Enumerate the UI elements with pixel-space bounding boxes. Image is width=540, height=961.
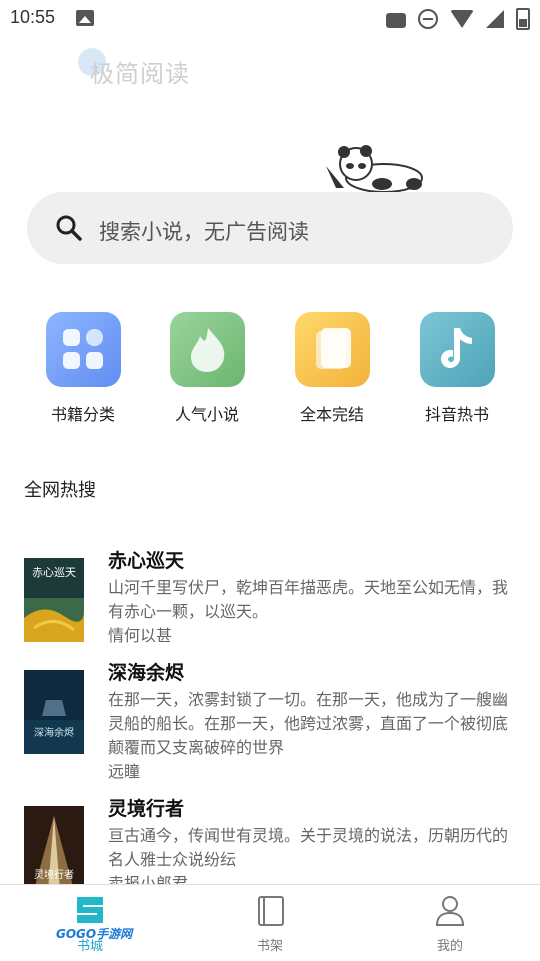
book-title: 赤心巡天 (108, 550, 185, 572)
svg-text:赤心巡天: 赤心巡天 (32, 566, 76, 579)
category-douyin[interactable]: 抖音热书 (402, 312, 512, 425)
flame-icon (169, 312, 245, 387)
bookstore-icon (77, 897, 103, 923)
book-stack-icon (294, 312, 370, 387)
status-bar: 10:55 (0, 0, 540, 36)
book-icon (258, 896, 284, 926)
search-placeholder: 搜索小说，无广告阅读 (99, 220, 309, 244)
category-label: 抖音热书 (424, 405, 489, 424)
book-desc-text: 亘古通今，传闻世有灵境。关于灵境的说法，历朝历代的名人雅士众说纷纭 (108, 826, 509, 869)
search-icon (56, 215, 82, 241)
book-cover: 灵境行者 (24, 806, 84, 890)
user-icon (435, 896, 465, 926)
panda-illustration (326, 145, 423, 193)
book-cover: 深海余烬 (24, 670, 84, 754)
category-label: 人气小说 (174, 405, 239, 424)
music-note-icon (419, 312, 495, 387)
grid-icon (45, 312, 121, 387)
tab-bookstore[interactable]: 书城 GOGO手游网 (0, 885, 180, 961)
category-book-classify[interactable]: 书籍分类 (28, 312, 138, 425)
book-cover: 赤心巡天 (24, 558, 84, 642)
svg-text:灵境行者: 灵境行者 (34, 868, 74, 881)
category-shortcuts: 书籍分类 人气小说 全本完结 抖音热书 (0, 312, 540, 432)
book-title: 深海余烬 (108, 662, 185, 684)
book-title: 灵境行者 (108, 798, 185, 820)
battery-icon (516, 8, 530, 30)
wifi-icon (450, 10, 474, 28)
book-description: 山河千里写伏尸，乾坤百年描恶虎。天地至公如无情，我有赤心一颗，以巡天。 情何以甚 (108, 576, 518, 648)
do-not-disturb-icon (418, 9, 438, 29)
image-notification-icon (76, 10, 94, 26)
cell-signal-icon (486, 10, 504, 28)
book-author: 远瞳 (108, 762, 141, 781)
book-item[interactable]: 赤心巡天 赤心巡天 山河千里写伏尸，乾坤百年描恶虎。天地至公如无情，我有赤心一颗… (24, 546, 514, 646)
section-title: 全网热搜 (24, 480, 96, 501)
svg-text:深海余烬: 深海余烬 (34, 726, 74, 739)
book-description: 在那一天，浓雾封锁了一切。在那一天，他成为了一艘幽灵船的船长。在那一天，他跨过浓… (108, 688, 518, 784)
category-label: 书籍分类 (50, 405, 115, 424)
tab-bookshelf[interactable]: 书架 (180, 885, 360, 961)
category-popular[interactable]: 人气小说 (152, 312, 262, 425)
book-desc-text: 山河千里写伏尸，乾坤百年描恶虎。天地至公如无情，我有赤心一颗，以巡天。 (108, 578, 509, 621)
category-label: 全本完结 (299, 405, 364, 424)
tab-label: 我的 (436, 939, 463, 954)
briefcase-icon (386, 13, 406, 28)
category-completed[interactable]: 全本完结 (277, 312, 387, 425)
book-item[interactable]: 深海余烬 深海余烬 在那一天，浓雾封锁了一切。在那一天，他成为了一艘幽灵船的船长… (24, 658, 514, 782)
book-desc-text: 在那一天，浓雾封锁了一切。在那一天，他成为了一艘幽灵船的船长。在那一天，他跨过浓… (108, 690, 509, 757)
status-icons (386, 8, 530, 30)
tab-mine[interactable]: 我的 (360, 885, 540, 961)
bottom-tab-bar: 书城 GOGO手游网 书架 我的 (0, 884, 540, 961)
watermark-text: GOGO手游网 (56, 927, 133, 941)
tab-label: 书架 (256, 939, 283, 954)
logo-text: 极简阅读 (90, 60, 190, 88)
status-time: 10:55 (10, 7, 56, 27)
search-bar[interactable]: 搜索小说，无广告阅读 (27, 192, 513, 264)
book-item[interactable]: 灵境行者 灵境行者 亘古通今，传闻世有灵境。关于灵境的说法，历朝历代的名人雅士众… (24, 794, 514, 893)
book-author: 情何以甚 (108, 626, 173, 645)
